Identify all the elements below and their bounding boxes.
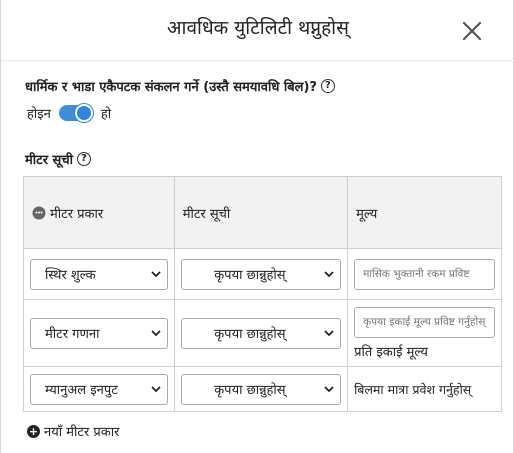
meter-table: मीटर प्रकार मीटर सूची मूल्य स्थिर शुल्क (23, 176, 502, 412)
table-row: म्यानुअल इनपुट कृपया छान्नुहोस् बिलमा मा… (23, 366, 502, 412)
meter-type-value: स्थिर शुल्क (45, 268, 96, 283)
consolidation-toggle-row: होइन हो (27, 104, 111, 122)
add-periodic-utility-modal: आवधिक युटिलिटी थप्नुहोस् धार्मिक र भाडा … (0, 0, 514, 453)
toggle-on-label: हो (100, 107, 112, 122)
unit-price-input[interactable]: कृपया इकाई मूल्य प्रविष्ट गर्नुहोस् (354, 306, 495, 338)
value-cell: बिलमा मात्रा प्रवेश गर्नुहोस् (347, 366, 502, 412)
meter-select[interactable]: कृपया छान्नुहोस् (180, 317, 342, 349)
help-icon[interactable]: ? (320, 79, 335, 93)
consolidation-question: धार्मिक र भाडा एकैपटक संकलन गर्ने (उस्तै… (25, 77, 335, 95)
value-cell: कृपया इकाई मूल्य प्रविष्ट गर्नुहोस् प्रत… (347, 299, 502, 367)
plus-icon: + (27, 424, 40, 438)
meter-list-label-text: मीटर सूची (25, 153, 73, 168)
unit-price-note: प्रति इकाई मूल्य (354, 344, 428, 360)
header-value-label: मूल्य (356, 206, 378, 222)
meter-select[interactable]: कृपया छान्नुहोस् (180, 373, 342, 405)
input-placeholder: कृपया इकाई मूल्य प्रविष्ट गर्नुहोस् (363, 316, 486, 328)
drag-handle-icon (32, 206, 46, 219)
chevron-down-icon (324, 385, 334, 392)
chevron-down-icon (324, 329, 334, 336)
toggle-knob (74, 104, 93, 122)
monthly-payment-input[interactable]: मासिक भुक्तानी रकम प्रविष्ट (354, 258, 495, 290)
meter-type-value: म्यानुअल इनपुट (45, 383, 118, 398)
meter-select-cell: कृपया छान्नुहोस् (173, 248, 349, 300)
header-meter-list: मीटर सूची (173, 176, 349, 249)
help-icon[interactable]: ? (76, 152, 91, 166)
chevron-down-icon (151, 385, 161, 392)
toggle-off-label: होइन (27, 107, 51, 122)
meter-select[interactable]: कृपया छान्नुहोस् (180, 258, 342, 290)
header-meter-list-label: मीटर सूची (182, 206, 231, 222)
meter-select-value: कृपया छान्नुहोस् (214, 327, 286, 342)
table-row: स्थिर शुल्क कृपया छान्नुहोस् मासिक भुक्त… (23, 248, 502, 300)
meter-type-cell: म्यानुअल इनपुट (23, 366, 175, 412)
meter-type-select[interactable]: मीटर गणना (30, 317, 168, 349)
consolidation-toggle[interactable] (58, 104, 93, 122)
header-value: मूल्य (347, 176, 502, 249)
manual-input-note: बिलमा मात्रा प्रवेश गर्नुहोस् (354, 381, 472, 397)
close-icon[interactable] (461, 20, 483, 42)
chevron-down-icon (151, 329, 161, 336)
meter-select-cell: कृपया छान्नुहोस् (173, 366, 349, 412)
table-header-row: मीटर प्रकार मीटर सूची मूल्य (23, 176, 502, 249)
consolidation-question-text: धार्मिक र भाडा एकैपटक संकलन गर्ने (उस्तै… (25, 80, 317, 95)
meter-select-cell: कृपया छान्नुहोस् (173, 299, 349, 367)
chevron-down-icon (151, 270, 161, 277)
header-meter-type-label: मीटर प्रकार (50, 206, 104, 222)
input-placeholder: मासिक भुक्तानी रकम प्रविष्ट (363, 268, 470, 280)
meter-type-value: मीटर गणना (45, 327, 100, 342)
meter-type-select[interactable]: स्थिर शुल्क (30, 258, 168, 290)
meter-select-value: कृपया छान्नुहोस् (214, 383, 286, 398)
meter-type-cell: स्थिर शुल्क (23, 248, 175, 300)
header-meter-type: मीटर प्रकार (23, 176, 175, 249)
add-meter-type-button[interactable]: + नयाँ मीटर प्रकार (27, 422, 119, 440)
header-divider (1, 60, 514, 61)
modal-title: आवधिक युटिलिटी थप्नुहोस् (167, 17, 349, 39)
add-meter-type-label: नयाँ मीटर प्रकार (44, 425, 120, 440)
meter-list-label: मीटर सूची ? (25, 150, 91, 168)
value-cell: मासिक भुक्तानी रकम प्रविष्ट (347, 248, 502, 300)
meter-type-cell: मीटर गणना (23, 299, 175, 367)
chevron-down-icon (324, 270, 334, 277)
meter-type-select[interactable]: म्यानुअल इनपुट (30, 373, 168, 405)
meter-select-value: कृपया छान्नुहोस् (214, 268, 286, 283)
table-row: मीटर गणना कृपया छान्नुहोस् कृपया इकाई मू… (23, 299, 502, 367)
